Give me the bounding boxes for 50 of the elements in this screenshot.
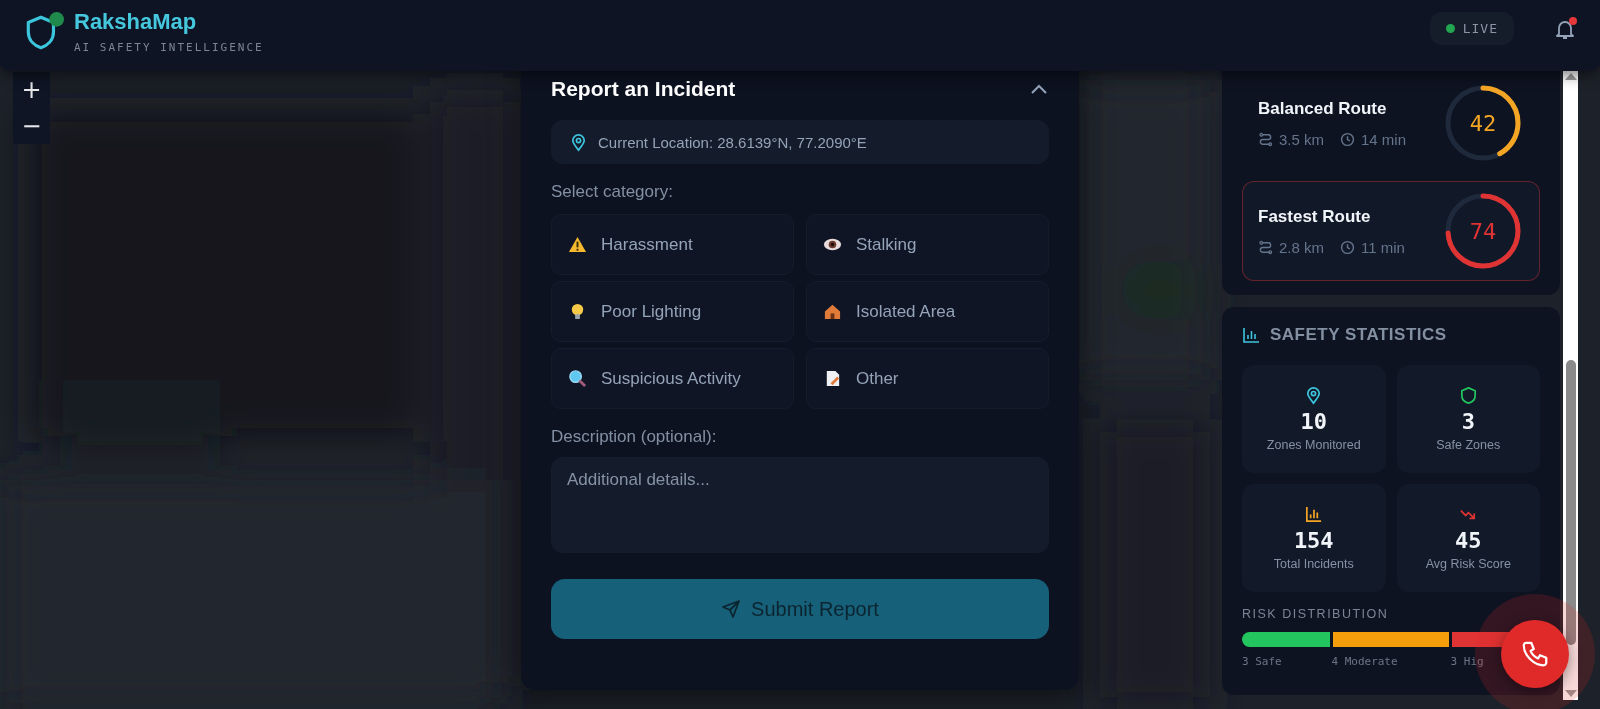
category-option[interactable]: Stalking bbox=[806, 214, 1049, 275]
statistics-title: SAFETY STATISTICS bbox=[1270, 325, 1447, 345]
bar-chart-icon bbox=[1242, 326, 1260, 344]
clock-icon bbox=[1340, 239, 1355, 255]
distribution-label: 3 Hig bbox=[1450, 655, 1484, 668]
stat-value: 154 bbox=[1293, 528, 1334, 553]
route-time: 14 min bbox=[1361, 130, 1407, 148]
route-distance: 3.5 km bbox=[1279, 130, 1324, 148]
category-option[interactable]: Other bbox=[806, 348, 1049, 409]
send-icon bbox=[721, 599, 742, 619]
brand-name: RakshaMap bbox=[74, 9, 198, 35]
route-card[interactable]: Fastest Route 2.8 km 11 min 74 bbox=[1242, 181, 1540, 281]
distribution-label: 4 Moderate bbox=[1331, 655, 1398, 668]
description-label: Description (optional): bbox=[551, 427, 718, 447]
tagline: AI SAFETY INTELLIGENCE bbox=[74, 41, 264, 54]
category-option[interactable]: Isolated Area bbox=[806, 281, 1049, 342]
scrollbar[interactable] bbox=[1563, 70, 1578, 700]
stat-value: 45 bbox=[1455, 528, 1482, 553]
category-option[interactable]: Suspicious Activity bbox=[551, 348, 794, 409]
distribution-title: RISK DISTRIBUTION bbox=[1242, 607, 1390, 621]
stat-value: 3 bbox=[1461, 409, 1475, 434]
stat-label: Safe Zones bbox=[1436, 438, 1501, 452]
risk-score: 74 bbox=[1469, 219, 1497, 244]
stat-label: Avg Risk Score bbox=[1425, 557, 1511, 571]
route-time: 11 min bbox=[1361, 238, 1405, 256]
stat-label: Zones Monitored bbox=[1266, 438, 1361, 452]
route-distance: 2.8 km bbox=[1279, 238, 1324, 256]
clock-icon bbox=[1340, 131, 1355, 147]
stat-label: Total Incidents bbox=[1273, 557, 1354, 571]
route-card[interactable]: Balanced Route 3.5 km 14 min 42 bbox=[1242, 73, 1540, 173]
distribution-label: 3 Safe bbox=[1242, 655, 1282, 668]
panel-title: Report an Incident bbox=[551, 77, 736, 101]
magnifier-icon bbox=[568, 369, 587, 388]
house-icon bbox=[823, 302, 842, 321]
route-name: Balanced Route bbox=[1258, 98, 1388, 119]
route-icon bbox=[1258, 239, 1273, 255]
description-field[interactable]: Additional details... bbox=[551, 457, 1049, 553]
location-text: Current Location: 28.6139°N, 77.2090°E bbox=[598, 133, 867, 151]
route-icon bbox=[1258, 131, 1273, 147]
stat-value: 10 bbox=[1300, 409, 1327, 434]
live-badge: LIVE bbox=[1429, 12, 1514, 45]
category-option[interactable]: Harassment bbox=[551, 214, 794, 275]
collapse-chevron-icon[interactable] bbox=[1029, 83, 1049, 95]
location-pin-icon bbox=[569, 132, 588, 152]
route-name: Fastest Route bbox=[1258, 206, 1372, 227]
category-option[interactable]: Poor Lighting bbox=[551, 281, 794, 342]
risk-score: 42 bbox=[1469, 111, 1497, 136]
phone-icon bbox=[1520, 639, 1550, 669]
category-label: Select category: bbox=[551, 182, 674, 202]
warning-icon bbox=[568, 235, 587, 254]
